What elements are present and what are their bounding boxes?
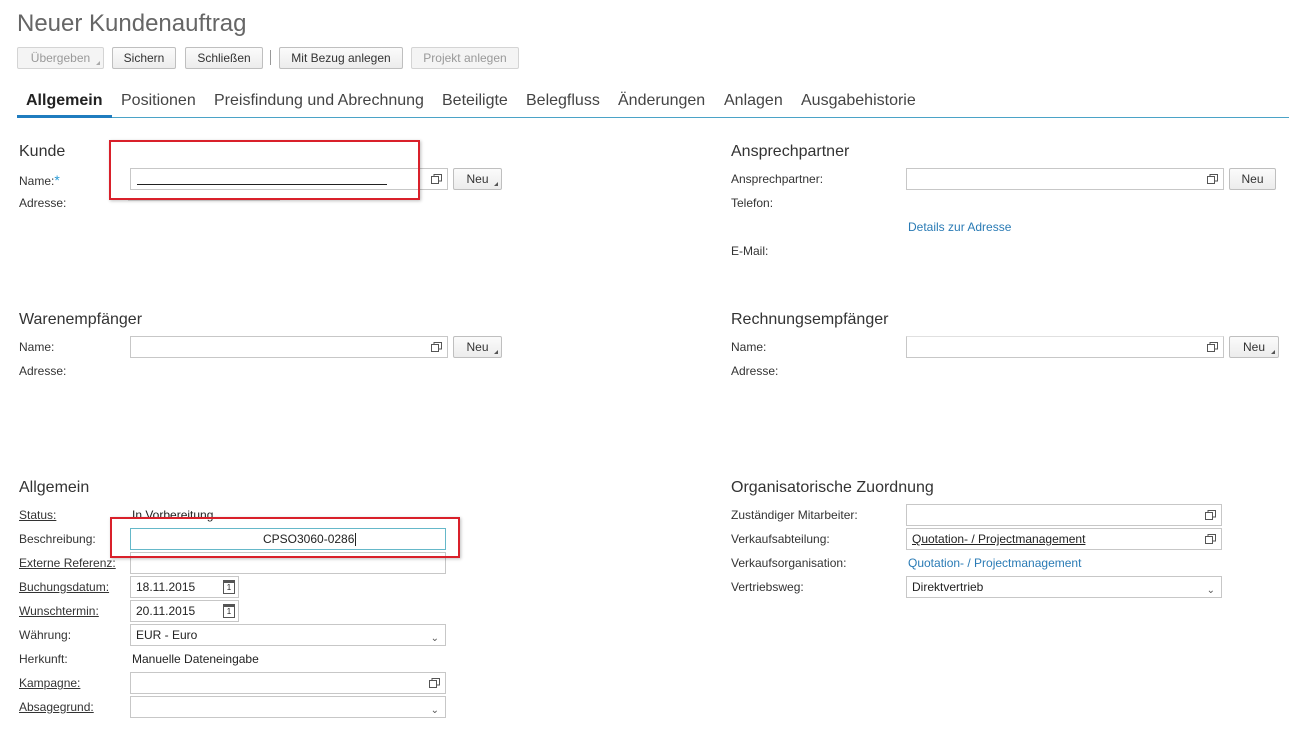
chevron-down-icon[interactable]: ⌄ <box>431 701 439 717</box>
tab-preisfindung[interactable]: Preisfindung und Abrechnung <box>214 92 424 110</box>
kunde-address-label: Adresse: <box>19 196 67 210</box>
channel-label: Vertriebsweg: <box>731 580 804 594</box>
tab-anlagen[interactable]: Anlagen <box>724 92 783 110</box>
cancel-reason-label[interactable]: Absagegrund: <box>19 700 94 714</box>
channel-select[interactable]: Direktvertrieb ⌄ <box>906 576 1222 598</box>
kunde-new-button[interactable]: Neu <box>453 168 502 190</box>
origin-value: Manuelle Dateneingabe <box>132 652 259 666</box>
bill-to-name-input[interactable] <box>906 336 1224 358</box>
required-marker: * <box>54 172 60 188</box>
close-button[interactable]: Schließen <box>185 47 263 69</box>
wish-date-input[interactable]: 20.11.2015 1 <box>130 600 239 622</box>
wish-date-label[interactable]: Wunschtermin: <box>19 604 99 618</box>
campaign-input[interactable] <box>130 672 446 694</box>
tab-bar: Allgemein Positionen Preisfindung und Ab… <box>17 88 1289 118</box>
ship-to-name-label: Name: <box>19 340 55 354</box>
employee-input[interactable] <box>906 504 1222 526</box>
cancel-reason-select[interactable]: ⌄ <box>130 696 446 718</box>
calendar-icon[interactable]: 1 <box>223 604 235 618</box>
sales-org-label: Verkaufsorganisation: <box>731 556 847 570</box>
page-title: Neuer Kundenauftrag <box>17 10 247 37</box>
currency-label: Währung: <box>19 628 72 642</box>
value-help-icon[interactable] <box>1205 510 1216 520</box>
highlight-box <box>110 517 460 558</box>
contact-new-button[interactable]: Neu <box>1229 168 1276 190</box>
contact-label: Ansprechpartner: <box>731 172 824 186</box>
status-label[interactable]: Status: <box>19 508 56 522</box>
submit-button[interactable]: Übergeben <box>17 47 104 69</box>
tab-belegfluss[interactable]: Belegfluss <box>526 92 600 110</box>
description-label: Beschreibung: <box>19 532 96 546</box>
allgemein-title: Allgemein <box>19 479 90 496</box>
contact-input[interactable] <box>906 168 1224 190</box>
value-help-icon[interactable] <box>431 174 442 184</box>
bill-to-address-label: Adresse: <box>731 364 779 378</box>
ship-to-new-button[interactable]: Neu <box>453 336 502 358</box>
origin-label: Herkunft: <box>19 652 68 666</box>
employee-label: Zuständiger Mitarbeiter: <box>731 508 858 522</box>
address-details-link[interactable]: Details zur Adresse <box>908 220 1011 234</box>
create-project-button[interactable]: Projekt anlegen <box>411 47 519 69</box>
kunde-title: Kunde <box>19 143 66 160</box>
highlight-box <box>109 140 420 200</box>
ship-to-name-input[interactable] <box>130 336 448 358</box>
redacted-address <box>128 200 280 201</box>
tab-allgemein[interactable]: Allgemein <box>26 92 102 110</box>
value-help-icon[interactable] <box>1205 534 1216 544</box>
ansprechpartner-title: Ansprechpartner <box>731 143 850 160</box>
currency-select[interactable]: EUR - Euro ⌄ <box>130 624 446 646</box>
value-help-icon[interactable] <box>1207 174 1218 184</box>
value-help-icon[interactable] <box>1207 342 1218 352</box>
warenempfaenger-title: Warenempfänger <box>19 311 143 328</box>
ship-to-address-label: Adresse: <box>19 364 67 378</box>
sales-unit-input[interactable]: Quotation- / Projectmanagement <box>906 528 1222 550</box>
campaign-label[interactable]: Kampagne: <box>19 676 80 690</box>
create-with-reference-button[interactable]: Mit Bezug anlegen <box>279 47 403 69</box>
value-help-icon[interactable] <box>429 678 440 688</box>
kunde-name-label: Name:* <box>19 172 60 188</box>
save-button[interactable]: Sichern <box>112 47 176 69</box>
chevron-down-icon[interactable]: ⌄ <box>1207 581 1215 597</box>
tab-aenderungen[interactable]: Änderungen <box>618 92 705 110</box>
chevron-down-icon[interactable]: ⌄ <box>431 629 439 645</box>
tab-positionen[interactable]: Positionen <box>121 92 196 110</box>
tab-beteiligte[interactable]: Beteiligte <box>442 92 508 110</box>
bill-to-name-label: Name: <box>731 340 767 354</box>
phone-label: Telefon: <box>731 196 774 210</box>
bill-to-new-button[interactable]: Neu <box>1229 336 1279 358</box>
sales-org-link[interactable]: Quotation- / Projectmanagement <box>908 556 1081 570</box>
calendar-icon[interactable]: 1 <box>223 580 235 594</box>
tab-ausgabehistorie[interactable]: Ausgabehistorie <box>801 92 916 110</box>
active-tab-indicator <box>17 115 112 118</box>
sales-unit-label: Verkaufsabteilung: <box>731 532 830 546</box>
booking-date-input[interactable]: 18.11.2015 1 <box>130 576 239 598</box>
toolbar-separator <box>270 50 271 65</box>
value-help-icon[interactable] <box>431 342 442 352</box>
email-label: E-Mail: <box>731 244 769 258</box>
org-title: Organisatorische Zuordnung <box>731 479 934 496</box>
booking-date-label[interactable]: Buchungsdatum: <box>19 580 109 594</box>
rechnungsempfaenger-title: Rechnungsempfänger <box>731 311 889 328</box>
external-reference-label[interactable]: Externe Referenz: <box>19 556 116 570</box>
